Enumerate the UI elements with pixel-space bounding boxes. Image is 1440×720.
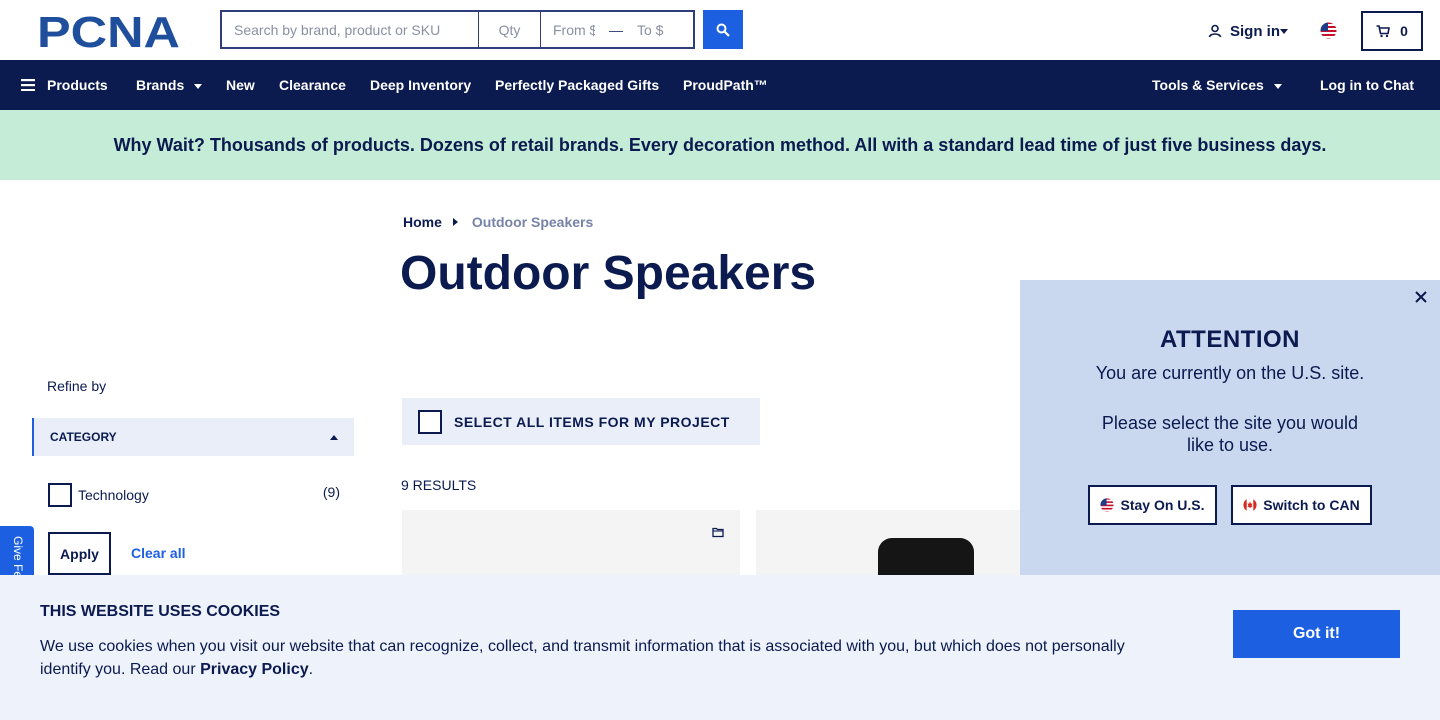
chevron-down-icon: [194, 83, 203, 89]
breadcrumb: Home Outdoor Speakers: [403, 214, 593, 230]
cart-button[interactable]: 0: [1361, 11, 1423, 51]
nav-gifts[interactable]: Perfectly Packaged Gifts: [495, 60, 659, 110]
select-all-checkbox[interactable]: [418, 409, 442, 434]
nav-clearance[interactable]: Clearance: [279, 60, 346, 110]
logo-text: PCNA: [37, 12, 180, 50]
filter-checkbox[interactable]: [48, 483, 72, 507]
stay-us-button[interactable]: Stay On U.S.: [1088, 485, 1217, 525]
filter-count: (9): [322, 484, 340, 500]
nav-tools-label: Tools & Services: [1152, 77, 1264, 93]
cookie-message: We use cookies when you visit our websit…: [40, 635, 1150, 681]
nav-products-label: Products: [47, 77, 108, 93]
sign-in-label: Sign in: [1230, 22, 1280, 40]
search-bar: —: [220, 10, 695, 49]
main-nav: Products Brands New Clearance Deep Inven…: [0, 60, 1440, 110]
us-flag-icon[interactable]: [1320, 22, 1337, 39]
menu-icon: [21, 79, 35, 91]
site-header: PCNA — Sign in: [0, 0, 1440, 60]
nav-proudpath[interactable]: ProudPath™: [683, 60, 768, 110]
privacy-policy-link[interactable]: Privacy Policy: [200, 661, 309, 678]
switch-can-button[interactable]: Switch to CAN: [1231, 485, 1372, 525]
nav-new[interactable]: New: [226, 60, 255, 110]
price-to-input[interactable]: [625, 12, 691, 47]
nav-chat-login[interactable]: Log in to Chat: [1320, 60, 1414, 110]
nav-deep-inventory[interactable]: Deep Inventory: [370, 60, 471, 110]
select-all-label: SELECT ALL ITEMS FOR MY PROJECT: [454, 413, 730, 430]
stay-us-label: Stay On U.S.: [1120, 497, 1205, 513]
nav-brands-label: Brands: [136, 77, 185, 93]
cookie-banner: THIS WEBSITE USES COOKIES We use cookies…: [0, 575, 1440, 720]
promo-banner: Why Wait? Thousands of products. Dozens …: [0, 110, 1440, 180]
user-icon: [1208, 24, 1222, 38]
close-icon[interactable]: [1414, 290, 1428, 304]
cookie-title: THIS WEBSITE USES COOKIES: [40, 603, 281, 620]
clear-all-link[interactable]: Clear all: [131, 545, 185, 561]
cookie-accept-button[interactable]: Got it!: [1233, 610, 1400, 658]
apply-button[interactable]: Apply: [48, 532, 111, 575]
quantity-input[interactable]: [479, 12, 541, 47]
breadcrumb-home[interactable]: Home: [403, 214, 442, 230]
region-modal: ATTENTION You are currently on the U.S. …: [1020, 280, 1440, 580]
sign-in-menu[interactable]: Sign in: [1208, 20, 1288, 42]
modal-prompt: Please select the site you would like to…: [1101, 413, 1359, 455]
folder-icon[interactable]: [712, 526, 724, 538]
us-flag-icon: [1100, 498, 1115, 512]
search-icon: [716, 23, 730, 37]
modal-title: ATTENTION: [1159, 326, 1301, 353]
filter-option: Technology (9): [48, 483, 340, 507]
switch-can-label: Switch to CAN: [1263, 497, 1360, 513]
search-button[interactable]: [703, 10, 743, 49]
select-all-items[interactable]: SELECT ALL ITEMS FOR MY PROJECT: [402, 398, 760, 445]
chevron-down-icon: [1273, 83, 1282, 89]
cart-count: 0: [1400, 23, 1408, 39]
canada-flag-icon: [1243, 498, 1257, 512]
cookie-tail: .: [308, 661, 314, 678]
search-input[interactable]: [222, 12, 479, 47]
nav-products[interactable]: Products: [21, 60, 108, 110]
cart-icon: [1376, 24, 1391, 37]
filter-label: Technology: [78, 487, 149, 503]
promo-text: Why Wait? Thousands of products. Dozens …: [113, 134, 1327, 155]
category-filter-header[interactable]: CATEGORY: [32, 418, 354, 456]
pcna-logo[interactable]: PCNA: [37, 12, 185, 50]
results-count: 9 RESULTS: [401, 477, 477, 493]
nav-tools-services[interactable]: Tools & Services: [1152, 60, 1282, 110]
refine-by-label: Refine by: [47, 378, 107, 394]
price-range-dash: —: [609, 21, 623, 38]
price-from-input[interactable]: [541, 12, 607, 47]
category-header-label: CATEGORY: [50, 430, 117, 444]
chevron-right-icon: [452, 218, 458, 226]
chevron-up-icon: [330, 435, 338, 440]
page-title: Outdoor Speakers: [400, 247, 817, 300]
breadcrumb-current: Outdoor Speakers: [471, 214, 594, 230]
modal-message: You are currently on the U.S. site.: [1095, 363, 1365, 383]
chevron-down-icon: [1280, 28, 1288, 34]
nav-brands[interactable]: Brands: [136, 60, 203, 110]
